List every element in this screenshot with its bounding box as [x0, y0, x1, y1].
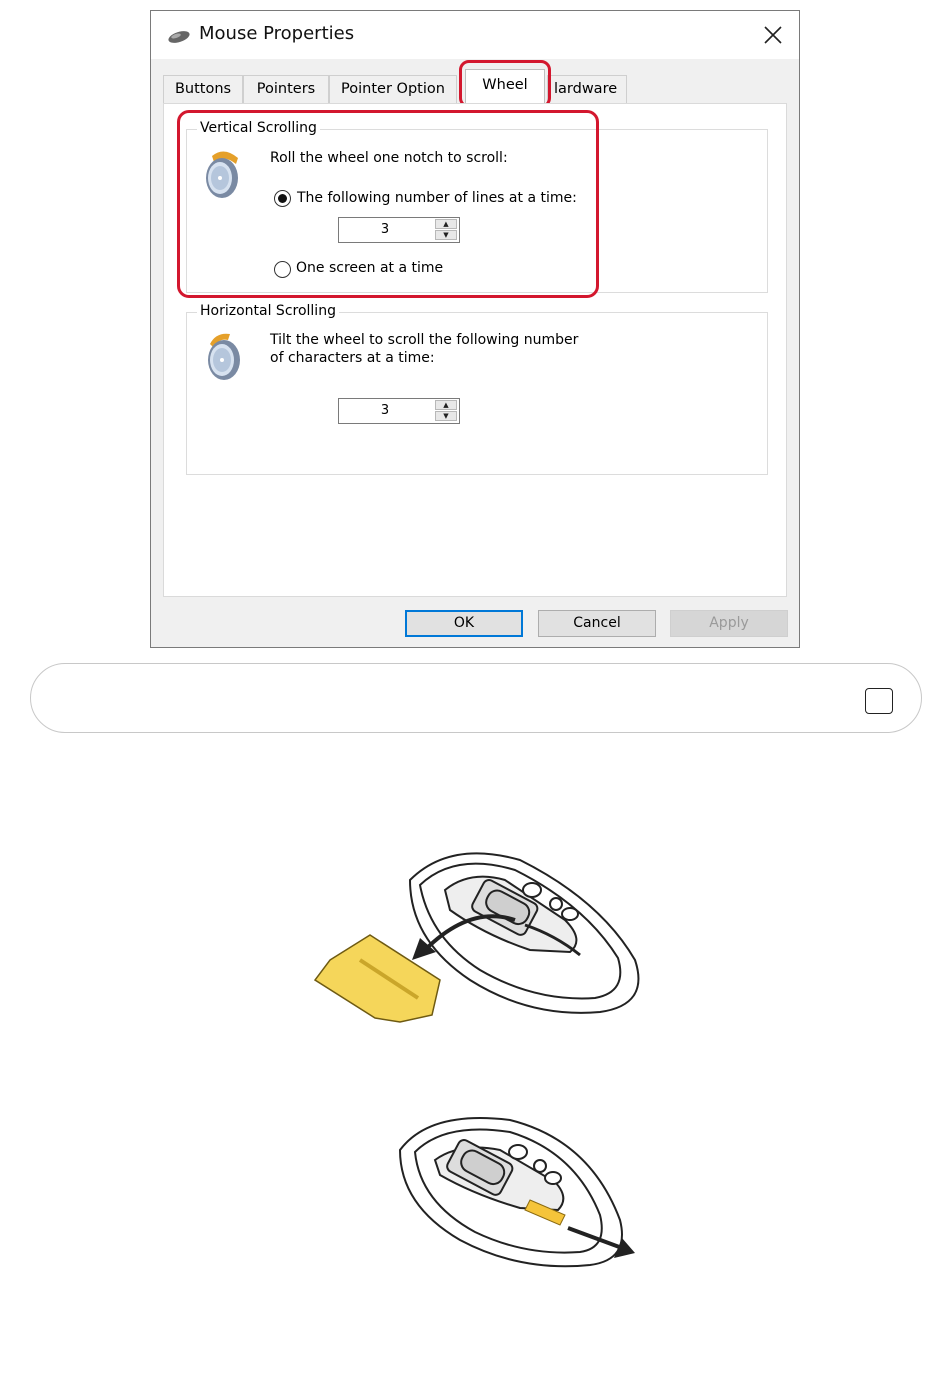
lines-input[interactable] — [339, 218, 431, 242]
characters-increment-button[interactable]: ▲ — [435, 400, 457, 410]
wheel-icon — [202, 148, 246, 204]
horizontal-scrolling-legend: Horizontal Scrolling — [197, 303, 339, 319]
one-screen-label: One screen at a time — [296, 260, 444, 276]
window-title: Mouse Properties — [199, 23, 355, 44]
lines-increment-button[interactable]: ▲ — [435, 219, 457, 229]
vertical-scrolling-legend: Vertical Scrolling — [197, 120, 320, 136]
tab-wheel[interactable]: Wheel — [465, 69, 545, 103]
one-screen-radio[interactable] — [274, 261, 291, 278]
tab-hardware[interactable]: lardware — [547, 75, 627, 103]
checkbox-icon[interactable] — [865, 688, 893, 714]
cancel-button[interactable]: Cancel — [538, 610, 656, 637]
tab-pointers[interactable]: Pointers — [243, 75, 329, 103]
lines-spinbox: ▲ ▼ — [338, 217, 460, 243]
caption-bar — [30, 663, 922, 733]
mouse-icon — [167, 29, 191, 48]
battery-removal-illustration — [398, 1117, 635, 1268]
vertical-instruction: Roll the wheel one notch to scroll: — [270, 150, 508, 166]
close-button[interactable] — [755, 17, 791, 53]
lines-decrement-button[interactable]: ▼ — [435, 230, 457, 240]
characters-input[interactable] — [339, 399, 431, 423]
wheel-panel: Vertical Scrolling Roll the wheel one no… — [163, 103, 787, 597]
wheel-icon — [202, 330, 246, 386]
lines-at-a-time-label: The following number of lines at a time: — [297, 190, 577, 206]
tab-pointer-options[interactable]: Pointer Option — [329, 75, 457, 103]
close-icon — [764, 26, 782, 44]
tab-buttons[interactable]: Buttons — [163, 75, 243, 103]
lines-at-a-time-radio[interactable] — [274, 190, 291, 207]
characters-spinbox: ▲ ▼ — [338, 398, 460, 424]
battery-cover-removal-illustration — [313, 852, 640, 1023]
title-bar: Mouse Properties — [151, 11, 799, 59]
characters-decrement-button[interactable]: ▼ — [435, 411, 457, 421]
horizontal-instruction-line1: Tilt the wheel to scroll the following n… — [270, 332, 579, 348]
apply-button[interactable]: Apply — [670, 610, 788, 637]
ok-button[interactable]: OK — [405, 610, 523, 637]
mouse-properties-dialog: Mouse Properties Buttons Pointers Pointe… — [150, 10, 800, 648]
horizontal-instruction-line2: of characters at a time: — [270, 350, 435, 366]
